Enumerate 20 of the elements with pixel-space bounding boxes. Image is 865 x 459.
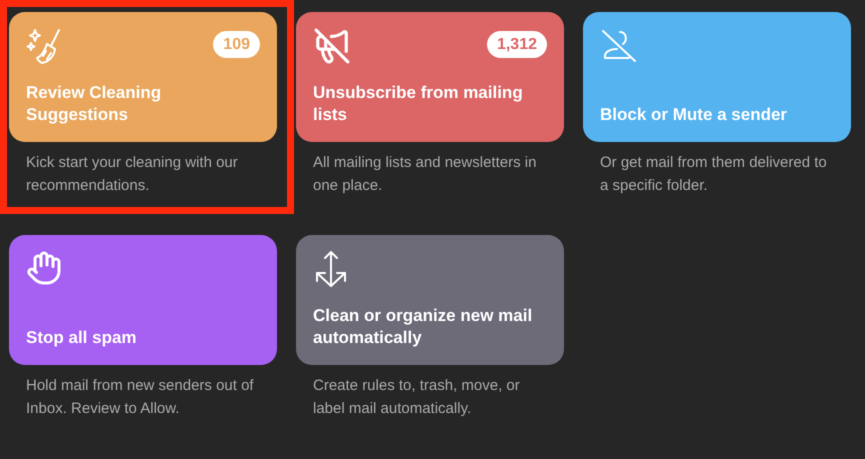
action-card[interactable]: Stop all spam xyxy=(9,235,277,365)
count-badge: 1,312 xyxy=(486,31,547,58)
action-card[interactable]: Clean or organize new mail automatically xyxy=(296,235,564,365)
card-description: Or get mail from them delivered to a specific folder. xyxy=(599,153,828,196)
action-card[interactable]: 1,312 Unsubscribe from mailing lists xyxy=(296,12,564,142)
card-title: Block or Mute a sender xyxy=(600,104,788,126)
card-title: Clean or organize new mail automatically xyxy=(313,305,534,349)
card-description: Hold mail from new senders out of Inbox. Review to Allow. xyxy=(25,376,255,419)
card-title: Review Cleaning Suggestions xyxy=(26,82,162,126)
card-description: Create rules to, trash, move, or label mail automatically. xyxy=(312,376,521,419)
megaphone-off-icon xyxy=(313,27,351,65)
card-description: All mailing lists and newsletters in one place. xyxy=(312,153,538,196)
card-title: Unsubscribe from mailing lists xyxy=(313,82,524,126)
card-title: Stop all spam xyxy=(26,327,138,349)
card-description: Kick start your cleaning with our recommendations. xyxy=(25,153,239,196)
count-badge: 109 xyxy=(213,31,260,58)
action-card[interactable]: Block or Mute a sender xyxy=(583,12,851,142)
action-card[interactable]: 109 Review Cleaning Suggestions xyxy=(9,12,277,142)
split-arrows-icon xyxy=(313,250,349,290)
hand-icon xyxy=(26,250,62,286)
